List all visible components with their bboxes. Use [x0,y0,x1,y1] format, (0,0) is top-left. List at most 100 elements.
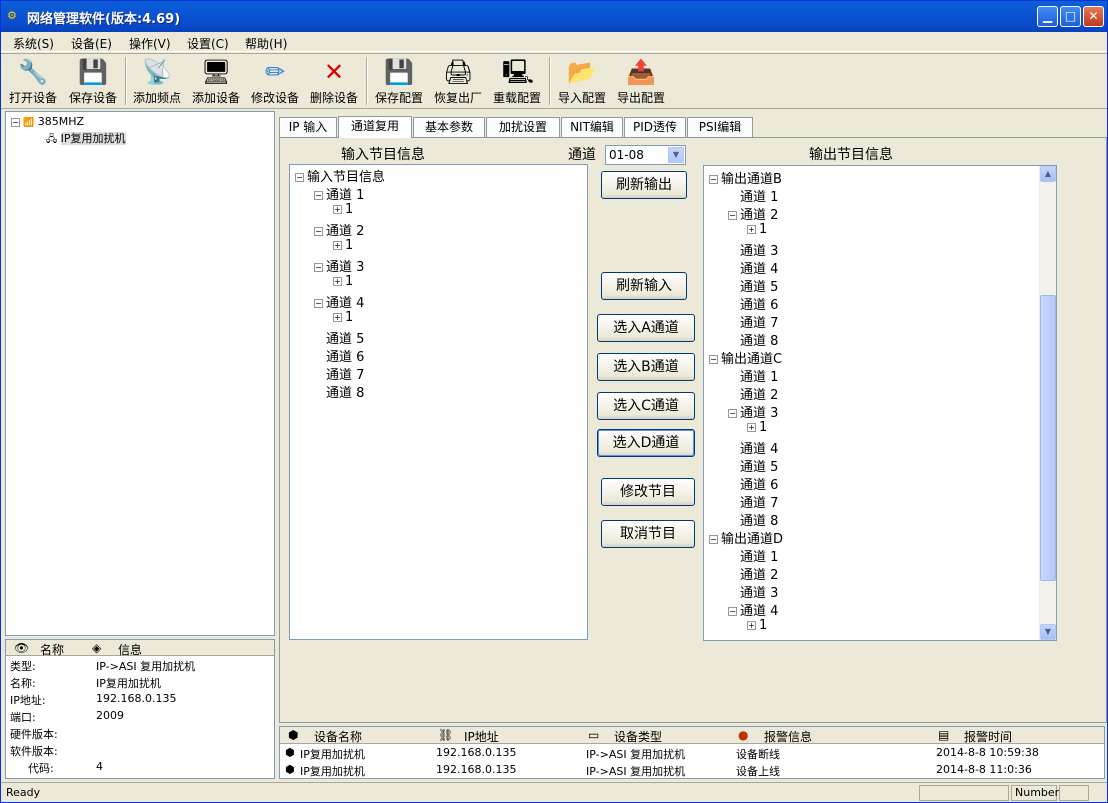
menu-help[interactable]: 帮助(H) [245,35,287,52]
tree-node-frequency[interactable]: − 📶 385MHZ [11,115,84,128]
output-tree-node[interactable]: +1 [747,222,767,237]
menu-operate[interactable]: 操作(V) [129,35,171,52]
input-tree-node[interactable]: − 通道 4 [314,292,364,311]
output-tree-node[interactable]: 通道 5 [728,456,778,475]
collapse-icon[interactable]: − [314,299,323,308]
input-tree-node[interactable]: 通道 5 [314,328,364,347]
output-program-tree[interactable]: ▲ ▼ − 输出通道B 通道 1− 通道 2 +1 通道 3 通道 4 通道 5 通道 6 通道 … [703,165,1057,641]
expand-icon[interactable]: + [333,313,342,322]
collapse-icon[interactable]: − [11,117,20,127]
output-tree-scrollbar[interactable]: ▲ ▼ [1039,166,1056,640]
select-a-channel-button[interactable]: 选入A通道 [597,314,695,342]
expand-icon[interactable]: + [333,205,342,214]
expand-icon[interactable]: + [333,241,342,250]
col-device-name[interactable]: 设备名称 [314,728,362,745]
input-tree-node[interactable]: 通道 7 [314,364,364,383]
output-tree-node[interactable]: +1 [747,618,767,633]
input-tree-node[interactable]: +1 [333,238,353,253]
refresh-input-button[interactable]: 刷新输入 [601,272,687,300]
open-device-button[interactable]: 🔧 打开设备 [5,57,61,107]
add-device-button[interactable]: 🖥 添加设备 [188,57,244,107]
tab-ip-input[interactable]: IP 输入 [279,117,337,137]
scroll-up-icon[interactable]: ▲ [1040,166,1056,182]
select-d-channel-button[interactable]: 选入D通道 [597,429,695,457]
col-alarm-info[interactable]: 报警信息 [764,728,812,745]
refresh-output-button[interactable]: 刷新输出 [601,171,687,199]
output-tree-node[interactable]: 通道 2 [728,384,778,403]
output-tree-node[interactable]: 通道 3 [728,240,778,259]
output-tree-node[interactable]: 通道 1 [728,366,778,385]
collapse-icon[interactable]: − [314,191,323,200]
col-alarm-time[interactable]: 报警时间 [964,728,1012,745]
input-tree-node[interactable]: 通道 8 [314,382,364,401]
menu-device[interactable]: 设备(E) [71,35,112,52]
output-tree-node[interactable]: 通道 4 [728,258,778,277]
menu-settings[interactable]: 设置(C) [187,35,229,52]
output-tree-node[interactable]: − 输出通道C [709,348,782,367]
import-config-button[interactable]: 📂 导入配置 [554,57,610,107]
collapse-icon[interactable]: − [709,175,718,184]
collapse-icon[interactable]: − [295,173,304,182]
maximize-button[interactable]: □ [1060,6,1081,27]
scroll-down-icon[interactable]: ▼ [1040,624,1056,640]
channel-select[interactable]: 01-08 ▼ [605,145,686,165]
col-ip-address[interactable]: IP地址 [464,728,499,745]
output-tree-node[interactable]: − 输出通道B [709,168,782,187]
output-tree-node[interactable]: +1 [747,420,767,435]
output-tree-node[interactable]: 通道 2 [728,564,778,583]
tab-pid-passthrough[interactable]: PID透传 [624,117,686,137]
output-tree-node[interactable]: 通道 6 [728,474,778,493]
input-tree-node[interactable]: +1 [333,274,353,289]
tab-channel-mux[interactable]: 通道复用 [338,116,412,138]
input-tree-node[interactable]: − 通道 1 [314,184,364,203]
add-frequency-button[interactable]: 📡 添加频点 [129,57,185,107]
output-tree-node[interactable]: − 通道 3 [728,402,778,421]
export-config-button[interactable]: 📤 导出配置 [613,57,669,107]
collapse-icon[interactable]: − [709,355,718,364]
tab-psi-edit[interactable]: PSI编辑 [687,117,753,137]
output-tree-node[interactable]: 通道 5 [728,276,778,295]
input-tree-node[interactable]: − 通道 2 [314,220,364,239]
select-c-channel-button[interactable]: 选入C通道 [597,392,695,420]
input-tree-node[interactable]: − 通道 3 [314,256,364,275]
factory-reset-button[interactable]: 🖨 恢复出厂 [430,57,486,107]
output-tree-node[interactable]: 通道 7 [728,492,778,511]
modify-program-button[interactable]: 修改节目 [601,478,695,506]
collapse-icon[interactable]: − [728,607,737,616]
tab-scramble-settings[interactable]: 加扰设置 [486,117,560,137]
close-button[interactable]: ✕ [1083,6,1104,27]
dropdown-arrow-icon[interactable]: ▼ [668,147,684,163]
output-tree-node[interactable]: − 通道 2 [728,204,778,223]
select-b-channel-button[interactable]: 选入B通道 [597,353,695,381]
output-tree-node[interactable]: 通道 8 [728,510,778,529]
output-tree-node[interactable]: 通道 1 [728,546,778,565]
cancel-program-button[interactable]: 取消节目 [601,520,695,548]
tab-nit-edit[interactable]: NIT编辑 [561,117,623,137]
output-tree-node[interactable]: − 输出通道D [709,528,783,547]
save-config-button[interactable]: 💾 保存配置 [371,57,427,107]
output-tree-node[interactable]: 通道 7 [728,312,778,331]
output-tree-node[interactable]: 通道 6 [728,294,778,313]
expand-icon[interactable]: + [333,277,342,286]
reload-config-button[interactable]: 🖳 重载配置 [489,57,545,107]
save-device-button[interactable]: 💾 保存设备 [65,57,121,107]
expand-icon[interactable]: + [747,621,756,630]
expand-icon[interactable]: + [747,225,756,234]
expand-icon[interactable]: + [747,423,756,432]
output-tree-node[interactable]: 通道 1 [728,186,778,205]
minimize-button[interactable]: ▁ [1037,6,1058,27]
input-tree-node[interactable]: +1 [333,202,353,217]
tree-node-device[interactable]: 🖧 IP复用加扰机 [46,130,126,149]
collapse-icon[interactable]: − [314,263,323,272]
input-tree-node[interactable]: +1 [333,310,353,325]
output-tree-node[interactable]: − 通道 4 [728,600,778,619]
input-program-tree[interactable]: − 输入节目信息 − 通道 1 +1− 通道 2 +1− 通道 3 +1− 通道 4 +1 通道 5通… [289,164,588,640]
output-tree-node[interactable]: 通道 4 [728,438,778,457]
collapse-icon[interactable]: − [728,211,737,220]
scroll-thumb[interactable] [1040,295,1056,581]
input-tree-node[interactable]: 通道 6 [314,346,364,365]
output-tree-node[interactable]: 通道 3 [728,582,778,601]
edit-device-button[interactable]: ✏ 修改设备 [247,57,303,107]
delete-device-button[interactable]: ✕ 删除设备 [306,57,362,107]
collapse-icon[interactable]: − [709,535,718,544]
